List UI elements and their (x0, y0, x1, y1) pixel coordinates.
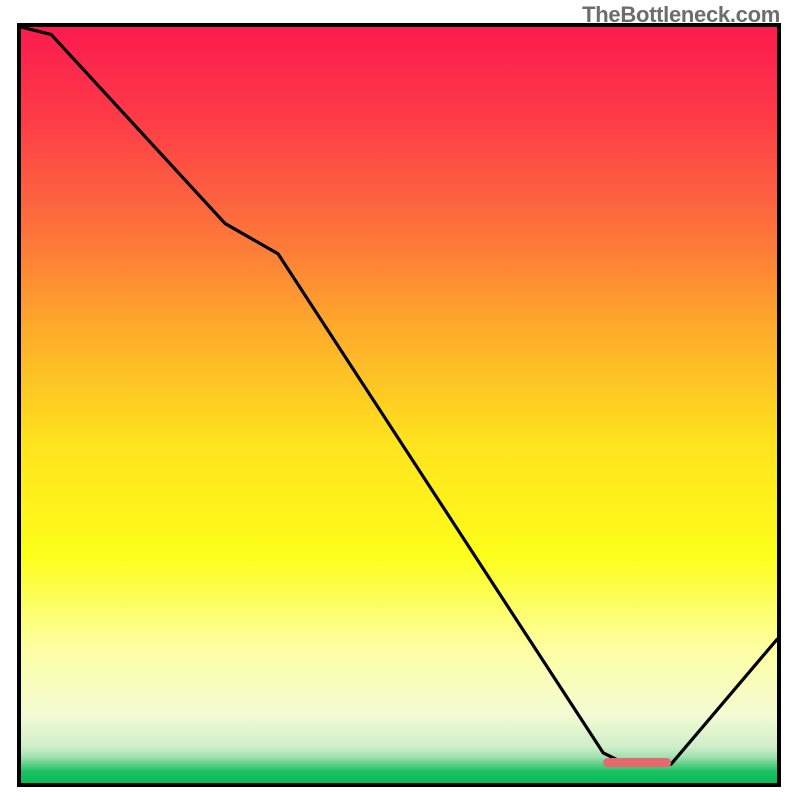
chart-line-series (21, 27, 777, 783)
bottleneck-curve (21, 27, 777, 764)
optimum-marker (603, 758, 671, 767)
chart-frame (17, 23, 781, 787)
chart-plot-area (21, 27, 777, 783)
